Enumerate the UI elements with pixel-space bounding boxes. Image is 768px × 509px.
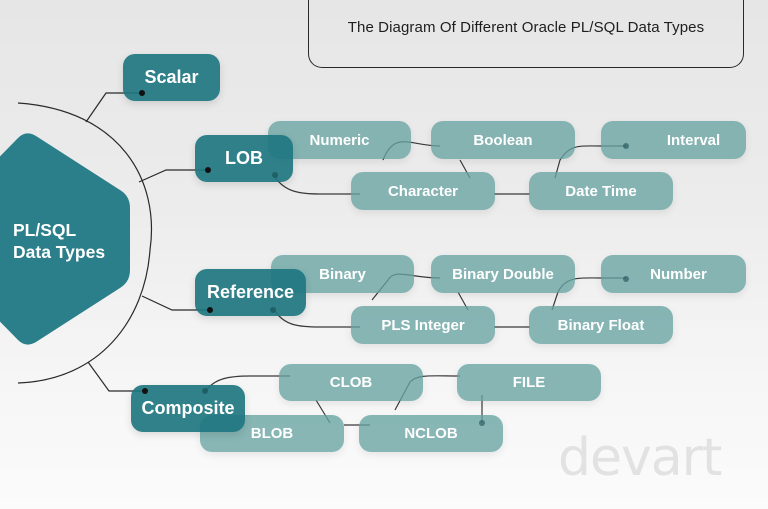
- node-label: Binary Float: [557, 316, 645, 334]
- node-label: CLOB: [329, 374, 373, 391]
- node-label: NCLOB: [404, 425, 458, 442]
- connector-dot: [139, 90, 145, 96]
- root-label-line1: PL/SQL: [13, 220, 77, 240]
- root-label: PL/SQL Data Types: [13, 219, 105, 263]
- node-label: PLS Integer: [381, 316, 465, 334]
- root-label-line2: Data Types: [13, 242, 106, 262]
- node-character[interactable]: Character: [351, 172, 495, 210]
- node-interval[interactable]: Interval: [601, 121, 746, 159]
- node-label: FILE: [512, 374, 546, 391]
- connector-dot: [270, 307, 276, 313]
- connector-dot: [207, 307, 213, 313]
- node-label: LOB: [225, 148, 263, 168]
- node-file[interactable]: FILE: [457, 364, 601, 401]
- node-label: Number: [650, 265, 707, 283]
- node-label: Boolean: [473, 131, 533, 149]
- node-scalar[interactable]: Scalar: [123, 54, 220, 101]
- connector-dot: [479, 420, 485, 426]
- node-pls-integer[interactable]: PLS Integer: [351, 306, 495, 344]
- connector-dot: [623, 143, 629, 149]
- devart-watermark-logo: devart: [558, 428, 722, 488]
- node-number[interactable]: Number: [601, 255, 746, 293]
- node-label: Reference: [206, 282, 295, 302]
- node-lob[interactable]: LOB: [195, 135, 293, 182]
- node-clob[interactable]: CLOB: [279, 364, 423, 401]
- node-label: Character: [387, 182, 459, 200]
- node-label: BLOB: [250, 425, 294, 442]
- node-label: Interval: [666, 131, 721, 149]
- node-label: Binary Double: [452, 265, 554, 283]
- connector-dot: [202, 388, 208, 394]
- node-composite[interactable]: Composite: [131, 385, 245, 432]
- node-binary-double[interactable]: Binary Double: [431, 255, 575, 293]
- connector-dot: [205, 167, 211, 173]
- node-label: Scalar: [144, 67, 199, 87]
- connector-dot: [272, 172, 278, 178]
- connector-dot: [623, 276, 629, 282]
- node-binary-float[interactable]: Binary Float: [529, 306, 673, 344]
- node-label: Numeric: [309, 131, 370, 149]
- node-label: Date Time: [565, 182, 637, 200]
- node-label: Composite: [141, 398, 235, 418]
- node-date-time[interactable]: Date Time: [529, 172, 673, 210]
- connector-dot: [142, 388, 148, 394]
- node-label: Binary: [319, 265, 366, 283]
- node-boolean[interactable]: Boolean: [431, 121, 575, 159]
